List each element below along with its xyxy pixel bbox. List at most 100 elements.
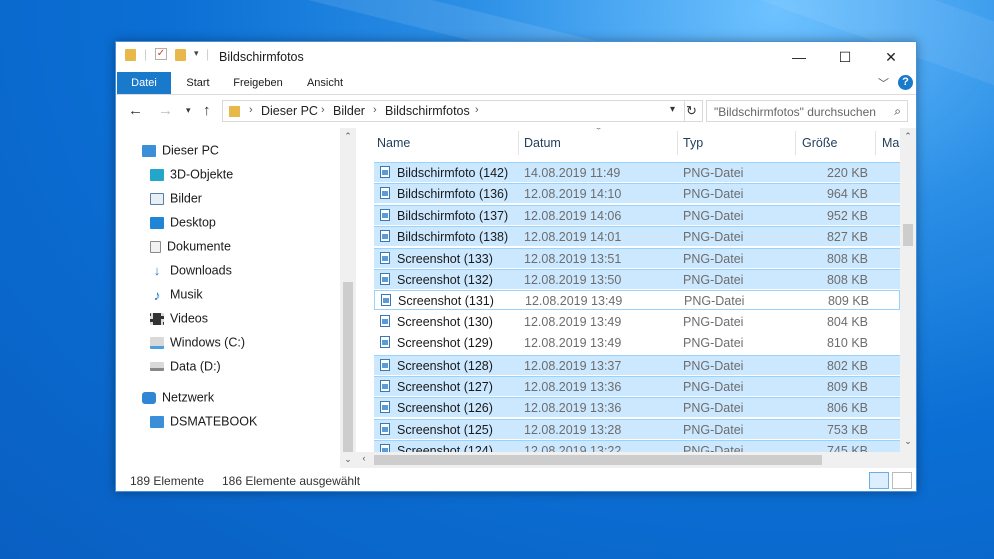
nav-item-3d-objects[interactable]: 3D-Objekte bbox=[150, 164, 233, 184]
file-type: PNG-Datei bbox=[683, 380, 744, 394]
column-divider[interactable] bbox=[875, 131, 876, 155]
expand-ribbon-chevron-icon[interactable]: ﹀ bbox=[878, 75, 889, 91]
nav-item-pictures[interactable]: Bilder bbox=[150, 188, 202, 208]
table-row[interactable]: Screenshot (128) 12.08.2019 13:37 PNG-Date… bbox=[374, 354, 900, 375]
help-icon[interactable]: ? bbox=[898, 75, 913, 90]
nav-item-network[interactable]: Netzwerk bbox=[142, 387, 214, 407]
tab-start[interactable]: Start bbox=[178, 72, 218, 94]
breadcrumb-pictures[interactable]: Bilder bbox=[333, 104, 365, 118]
file-type: PNG-Datei bbox=[683, 422, 744, 437]
address-bar[interactable]: › Dieser PC › Bilder › Bildschirmfotos ›… bbox=[222, 100, 685, 122]
table-row[interactable]: Screenshot (131) 12.08.2019 13:49 PNG-Date… bbox=[374, 290, 900, 311]
forward-arrow-icon[interactable]: → bbox=[158, 102, 173, 119]
search-box[interactable]: "Bildschirmfotos" durchsuchen ⌕ bbox=[706, 100, 908, 122]
file-name: Screenshot (125) bbox=[397, 422, 493, 437]
png-file-icon bbox=[380, 401, 390, 414]
nav-item-music[interactable]: ♪ Musik bbox=[150, 284, 203, 304]
recent-locations-chevron-icon[interactable]: ▾ bbox=[186, 105, 191, 116]
divider: | bbox=[144, 47, 148, 61]
table-row[interactable]: Screenshot (129) 12.08.2019 13:49 PNG-Date… bbox=[374, 333, 900, 353]
status-bar: 189 Elemente 186 Elemente ausgewählt bbox=[116, 468, 916, 491]
nav-item-this-pc[interactable]: Dieser PC bbox=[142, 140, 219, 160]
file-type: PNG-Datei bbox=[683, 401, 744, 416]
column-header-size[interactable]: Größe bbox=[802, 128, 837, 158]
refresh-icon[interactable]: ↻ bbox=[681, 100, 703, 122]
chevron-right-icon[interactable]: › bbox=[475, 104, 479, 116]
file-size: 810 KB bbox=[826, 336, 868, 351]
nav-item-documents[interactable]: Dokumente bbox=[150, 236, 231, 256]
tab-view[interactable]: Ansicht bbox=[302, 72, 348, 94]
breadcrumb-screenshots[interactable]: Bildschirmfotos bbox=[385, 104, 470, 118]
file-name: Screenshot (129) bbox=[397, 336, 493, 351]
back-arrow-icon[interactable]: ← bbox=[128, 102, 143, 119]
file-date: 12.08.2019 14:06 bbox=[524, 208, 622, 223]
new-folder-icon[interactable] bbox=[175, 49, 186, 61]
column-header-name[interactable]: Name bbox=[377, 128, 410, 158]
scroll-down-arrow-icon[interactable]: ⌄ bbox=[340, 454, 356, 465]
png-file-icon bbox=[380, 230, 390, 243]
column-header-date[interactable]: Datum bbox=[524, 128, 561, 158]
tab-file[interactable]: Datei bbox=[117, 72, 171, 94]
computer-icon bbox=[142, 144, 156, 157]
drive-icon bbox=[150, 362, 164, 372]
file-name: Screenshot (126) bbox=[397, 401, 493, 416]
scrollbar-thumb[interactable] bbox=[903, 224, 913, 246]
drive-windows-icon bbox=[150, 336, 164, 349]
quick-access-dropdown-icon[interactable]: ▾ bbox=[194, 48, 199, 59]
minimize-button[interactable]: — bbox=[776, 42, 822, 72]
file-type: PNG-Datei bbox=[683, 187, 744, 202]
file-size: 952 KB bbox=[826, 208, 868, 223]
file-type: PNG-Datei bbox=[683, 230, 744, 245]
maximize-button[interactable]: ☐ bbox=[822, 42, 868, 72]
search-icon[interactable]: ⌕ bbox=[894, 104, 901, 119]
close-button[interactable]: ✕ bbox=[868, 42, 914, 72]
table-row[interactable]: Screenshot (126) 12.08.2019 13:36 PNG-Date… bbox=[374, 397, 900, 418]
scrollbar-thumb[interactable] bbox=[374, 455, 822, 465]
chevron-right-icon[interactable]: › bbox=[373, 104, 377, 116]
table-row[interactable]: Bildschirmfoto (138) 12.08.2019 14:01 PNG-… bbox=[374, 226, 900, 247]
breadcrumb-this-pc[interactable]: Dieser PC bbox=[261, 104, 318, 118]
table-row[interactable]: Bildschirmfoto (142) 14.08.2019 11:49 PNG-… bbox=[374, 162, 900, 182]
scrollbar-thumb[interactable] bbox=[343, 282, 353, 452]
table-row[interactable]: Screenshot (125) 12.08.2019 13:28 PNG-Date… bbox=[374, 418, 900, 439]
properties-check-icon[interactable]: ✓ bbox=[155, 48, 167, 60]
nav-item-drive-c[interactable]: Windows (C:) bbox=[150, 332, 245, 352]
chevron-right-icon[interactable]: › bbox=[321, 104, 325, 116]
file-list: ﹀ Name Datum Typ Größe Mai Bildschirmfot… bbox=[374, 128, 900, 468]
horizontal-scrollbar[interactable]: ‹ bbox=[356, 452, 900, 468]
file-date: 12.08.2019 13:50 bbox=[524, 273, 622, 287]
table-row[interactable]: Screenshot (132) 12.08.2019 13:50 PNG-Date… bbox=[374, 269, 900, 289]
table-row[interactable]: Screenshot (130) 12.08.2019 13:49 PNG-Date… bbox=[374, 312, 900, 332]
column-header-more[interactable]: Mai bbox=[882, 128, 900, 158]
nav-item-videos[interactable]: Videos bbox=[150, 308, 208, 328]
nav-pane-scrollbar[interactable]: ⌃ ⌄ bbox=[340, 128, 356, 468]
chevron-right-icon[interactable]: › bbox=[249, 104, 253, 116]
column-divider[interactable] bbox=[677, 131, 678, 155]
nav-item-desktop[interactable]: Desktop bbox=[150, 212, 216, 232]
address-dropdown-icon[interactable]: ▾ bbox=[670, 104, 675, 115]
column-divider[interactable] bbox=[795, 131, 796, 155]
scroll-down-arrow-icon[interactable]: ⌄ bbox=[900, 436, 916, 447]
window-title: Bildschirmfotos bbox=[219, 50, 304, 64]
scroll-left-arrow-icon[interactable]: ‹ bbox=[356, 453, 372, 463]
table-row[interactable]: Bildschirmfoto (136) 12.08.2019 14:10 PNG-… bbox=[374, 183, 900, 204]
nav-item-downloads[interactable]: ↓ Downloads bbox=[150, 260, 232, 280]
nav-item-dsmatebook[interactable]: DSMATEBOOK bbox=[150, 411, 257, 431]
details-view-icon[interactable] bbox=[869, 472, 889, 489]
table-row[interactable]: Screenshot (127) 12.08.2019 13:36 PNG-Date… bbox=[374, 376, 900, 396]
tab-share[interactable]: Freigeben bbox=[226, 72, 290, 94]
table-row[interactable]: Bildschirmfoto (137) 12.08.2019 14:06 PNG-… bbox=[374, 204, 900, 225]
file-list-scrollbar[interactable]: ⌃ ⌄ bbox=[900, 128, 916, 468]
selection-count: 186 Elemente ausgewählt bbox=[222, 474, 361, 488]
search-input[interactable]: "Bildschirmfotos" durchsuchen bbox=[714, 105, 876, 119]
column-header-type[interactable]: Typ bbox=[683, 128, 703, 158]
up-arrow-icon[interactable]: ↑ bbox=[203, 102, 211, 119]
large-icons-view-icon[interactable] bbox=[892, 472, 912, 489]
file-size: 964 KB bbox=[826, 187, 868, 202]
network-icon bbox=[142, 391, 156, 404]
scroll-up-arrow-icon[interactable]: ⌃ bbox=[900, 131, 916, 142]
column-divider[interactable] bbox=[518, 131, 519, 155]
scroll-up-arrow-icon[interactable]: ⌃ bbox=[340, 131, 356, 142]
table-row[interactable]: Screenshot (133) 12.08.2019 13:51 PNG-Date… bbox=[374, 247, 900, 268]
nav-item-drive-d[interactable]: Data (D:) bbox=[150, 356, 221, 376]
